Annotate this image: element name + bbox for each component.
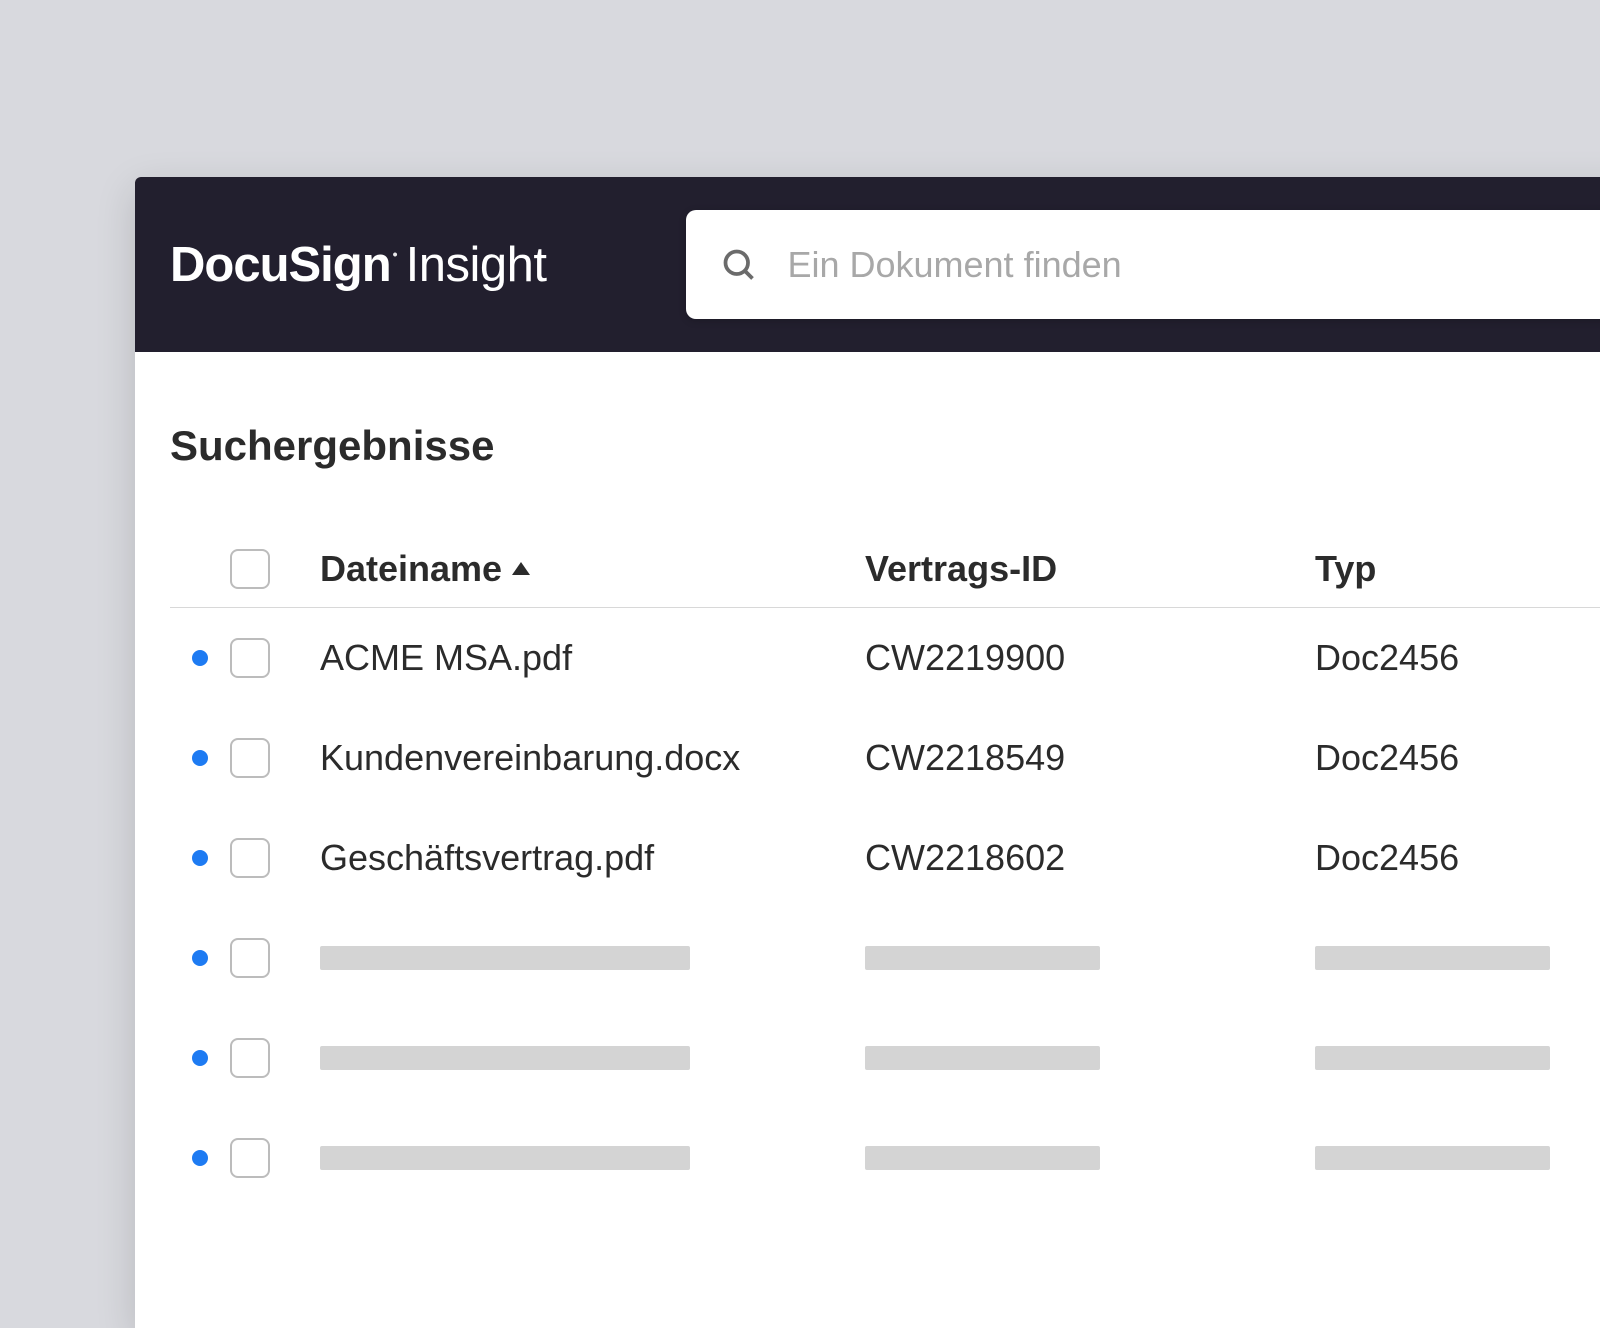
- app-header: DocuSign • Insight: [135, 177, 1600, 352]
- row-checkbox[interactable]: [230, 938, 270, 978]
- column-header-type-label: Typ: [1315, 548, 1376, 590]
- results-title: Suchergebnisse: [170, 422, 1600, 470]
- table-row-skeleton: [170, 908, 1600, 1008]
- row-checkbox[interactable]: [230, 638, 270, 678]
- brand-logo: DocuSign • Insight: [170, 237, 546, 293]
- column-header-contract-id-label: Vertrags-ID: [865, 548, 1057, 590]
- row-checkbox[interactable]: [230, 1138, 270, 1178]
- column-header-filename-label: Dateiname: [320, 548, 502, 590]
- column-header-contract-id[interactable]: Vertrags-ID: [865, 548, 1315, 590]
- brand-dot-icon: •: [393, 246, 398, 262]
- unread-indicator-icon: [192, 750, 208, 766]
- cell-type: Doc2456: [1315, 837, 1600, 879]
- unread-indicator-icon: [192, 1150, 208, 1166]
- row-checkbox[interactable]: [230, 838, 270, 878]
- brand-name: DocuSign: [170, 237, 391, 293]
- app-window: DocuSign • Insight Suchergebnisse Datein…: [135, 177, 1600, 1328]
- unread-indicator-icon: [192, 950, 208, 966]
- table-row-skeleton: [170, 1008, 1600, 1108]
- column-header-filename[interactable]: Dateiname: [320, 548, 865, 590]
- select-all-checkbox[interactable]: [230, 549, 270, 589]
- row-checkbox[interactable]: [230, 738, 270, 778]
- unread-indicator-icon: [192, 650, 208, 666]
- cell-type: Doc2456: [1315, 637, 1600, 679]
- table-row[interactable]: Geschäftsvertrag.pdf CW2218602 Doc2456: [170, 808, 1600, 908]
- skeleton-placeholder: [865, 1046, 1100, 1070]
- skeleton-placeholder: [320, 1046, 690, 1070]
- search-box[interactable]: [686, 210, 1600, 319]
- skeleton-placeholder: [865, 1146, 1100, 1170]
- skeleton-placeholder: [1315, 1046, 1550, 1070]
- search-icon: [721, 247, 757, 283]
- skeleton-placeholder: [1315, 946, 1550, 970]
- cell-type: Doc2456: [1315, 737, 1600, 779]
- unread-indicator-icon: [192, 1050, 208, 1066]
- table-row[interactable]: ACME MSA.pdf CW2219900 Doc2456: [170, 608, 1600, 708]
- cell-filename: Geschäftsvertrag.pdf: [320, 837, 865, 879]
- brand-product: Insight: [406, 237, 547, 293]
- cell-filename: Kundenvereinbarung.docx: [320, 737, 865, 779]
- sort-ascending-icon: [512, 562, 530, 575]
- unread-indicator-icon: [192, 850, 208, 866]
- cell-contract-id: CW2218602: [865, 837, 1315, 879]
- skeleton-placeholder: [320, 946, 690, 970]
- table-row-skeleton: [170, 1108, 1600, 1208]
- table-row[interactable]: Kundenvereinbarung.docx CW2218549 Doc245…: [170, 708, 1600, 808]
- skeleton-placeholder: [865, 946, 1100, 970]
- results-panel: Suchergebnisse Dateiname Vertrags-ID Typ: [135, 352, 1600, 1328]
- skeleton-placeholder: [1315, 1146, 1550, 1170]
- row-checkbox[interactable]: [230, 1038, 270, 1078]
- search-input[interactable]: [787, 244, 1600, 286]
- column-header-type[interactable]: Typ: [1315, 548, 1600, 590]
- results-table: Dateiname Vertrags-ID Typ ACME MSA.pdf C…: [170, 530, 1600, 1208]
- cell-contract-id: CW2218549: [865, 737, 1315, 779]
- table-header-row: Dateiname Vertrags-ID Typ: [170, 530, 1600, 608]
- cell-contract-id: CW2219900: [865, 637, 1315, 679]
- cell-filename: ACME MSA.pdf: [320, 637, 865, 679]
- skeleton-placeholder: [320, 1146, 690, 1170]
